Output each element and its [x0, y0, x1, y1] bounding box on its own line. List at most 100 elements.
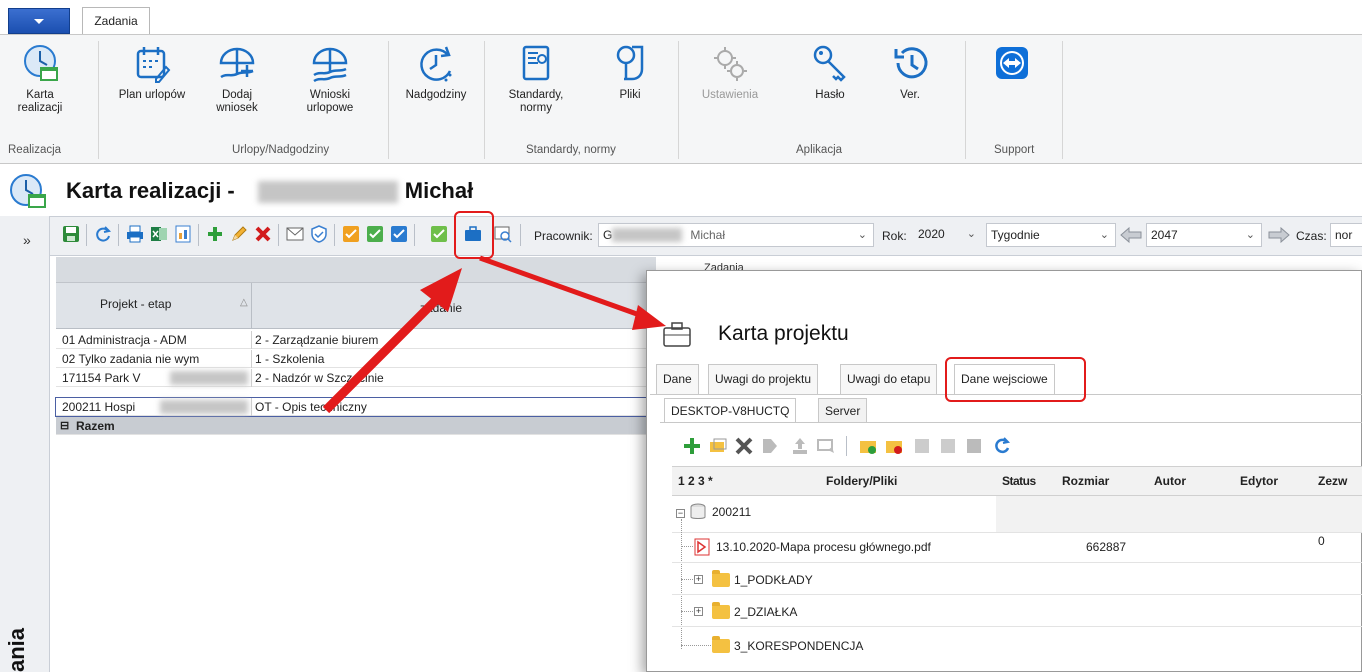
toolbar-separator	[118, 224, 119, 246]
ribbon-tabs-bar	[0, 0, 1362, 34]
checkbox-green-icon[interactable]	[430, 225, 448, 243]
standardy-normy-button[interactable]: Standardy, normy	[496, 43, 576, 115]
week-select[interactable]: 2047 ⌄	[1146, 223, 1262, 247]
expand-nav-button[interactable]: »	[23, 232, 31, 248]
tree-root[interactable]: 200211	[712, 505, 751, 519]
haslo-button[interactable]: Hasło	[800, 43, 860, 102]
ribbon-tab-zadania[interactable]: Zadania	[82, 7, 150, 34]
add-icon[interactable]	[682, 436, 702, 456]
dropdown-arrow-icon	[34, 18, 44, 24]
save-icon[interactable]	[62, 225, 80, 243]
karta-realizacji-button[interactable]: Karta realizacji	[10, 43, 70, 115]
group-separator	[388, 41, 389, 159]
tab-dane[interactable]: Dane	[656, 364, 699, 394]
checkbox-green-icon[interactable]	[366, 225, 384, 243]
calendar-edit-icon	[136, 47, 171, 83]
tab-uwagi-etapu[interactable]: Uwagi do etapu	[840, 364, 938, 394]
column-header-zadanie[interactable]: zadanie	[420, 301, 462, 315]
column-header-autor[interactable]: Autor	[1154, 474, 1186, 488]
wnioski-urlopowe-button[interactable]: Wnioski urlopowe	[300, 43, 360, 115]
folder-icon	[712, 570, 730, 587]
dodaj-wniosek-button[interactable]: Dodaj wniosek	[212, 43, 262, 115]
plan-urlopow-button[interactable]: Plan urlopów	[112, 43, 192, 102]
column-header-foldery[interactable]: Foldery/Pliki	[826, 474, 897, 488]
shield-check-icon[interactable]	[310, 225, 328, 243]
summary-label: Razem	[76, 419, 115, 433]
collapse-icon[interactable]: ⊟	[60, 417, 69, 435]
umbrella-add-icon	[219, 47, 255, 79]
mail-icon[interactable]	[286, 225, 304, 243]
expand-icon[interactable]: +	[694, 607, 703, 616]
add-icon[interactable]	[206, 225, 224, 243]
cell-zadanie: 1 - Szkolenia	[251, 350, 651, 368]
group-label-realizacja: Realizacja	[8, 144, 62, 156]
highlight-dane-wejsciowe-tab	[945, 357, 1086, 402]
tab-uwagi-projektu[interactable]: Uwagi do projektu	[708, 364, 819, 394]
forward-icon[interactable]	[760, 436, 780, 456]
folder-add-icon[interactable]	[858, 436, 878, 456]
checkbox-orange-icon[interactable]	[342, 225, 360, 243]
redacted-text	[160, 400, 248, 414]
excel-icon[interactable]	[150, 225, 168, 243]
folder-remove-icon[interactable]	[884, 436, 904, 456]
column-header-status[interactable]: Status	[1002, 474, 1036, 488]
print-icon[interactable]	[126, 225, 144, 243]
folder-copy-icon[interactable]	[708, 436, 728, 456]
czas-label: Czas:	[1296, 229, 1327, 243]
tree-line	[681, 611, 693, 612]
export-icon[interactable]	[938, 436, 958, 456]
nav-vertical-label[interactable]: ania	[4, 604, 34, 672]
refresh-icon[interactable]	[992, 436, 1012, 456]
ustawienia-label: Ustawienia	[701, 89, 759, 101]
preview-icon[interactable]	[494, 225, 512, 243]
version-button[interactable]: Ver.	[880, 43, 940, 102]
table-row[interactable]: 171154 Park V2 - Nadzór w Szczecinie	[56, 369, 656, 387]
import-icon[interactable]	[912, 436, 932, 456]
column-header-rozmiar[interactable]: Rozmiar	[1062, 474, 1109, 488]
group-label-aplikacja: Aplikacja	[796, 144, 843, 156]
checkbox-blue-icon[interactable]	[390, 225, 408, 243]
column-divider	[251, 283, 252, 329]
file-size: 662887	[1086, 540, 1127, 554]
refresh-icon[interactable]	[94, 225, 112, 243]
summary-row: Razem ⊟	[56, 417, 656, 435]
nadgodziny-button[interactable]: Nadgodziny	[396, 43, 476, 102]
group-separator	[965, 41, 966, 159]
arrow-right-icon[interactable]	[1268, 227, 1290, 243]
rok-select[interactable]: 2020 ⌄	[914, 223, 982, 247]
period-select[interactable]: Tygodnie ⌄	[986, 223, 1116, 247]
mail-forward-icon[interactable]	[816, 436, 836, 456]
column-header-projekt[interactable]: Projekt - etap	[100, 297, 171, 311]
table-row[interactable]: 01 Administracja - ADM 2 - Zarządzanie bi…	[56, 331, 656, 349]
folder-name[interactable]: 3_KORESPONDENCJA	[734, 639, 863, 653]
expand-icon[interactable]: +	[694, 575, 703, 584]
czas-select[interactable]: nor	[1330, 223, 1362, 247]
column-header-zezw[interactable]: Zezw	[1318, 474, 1347, 488]
upload-icon[interactable]	[790, 436, 810, 456]
teamviewer-button[interactable]	[990, 43, 1034, 89]
rotate-icon[interactable]	[964, 436, 984, 456]
group-separator	[98, 41, 99, 159]
chevron-down-icon: ⌄	[966, 228, 976, 240]
table-row[interactable]: 02 Tylko zadania nie wym 1 - Szkolenia	[56, 350, 656, 368]
folder-name[interactable]: 1_PODKŁADY	[734, 573, 813, 587]
ustawienia-button[interactable]: Ustawienia	[690, 43, 770, 102]
column-header-nums[interactable]: 1 2 3 *	[678, 474, 713, 488]
table-row-selected[interactable]: 200211 Hospi OT - Opis techniczny	[55, 397, 657, 417]
application-menu-button[interactable]	[8, 8, 70, 34]
toolbar-separator	[414, 224, 415, 246]
column-header-edytor[interactable]: Edytor	[1240, 474, 1278, 488]
delete-icon[interactable]	[734, 436, 754, 456]
chevron-down-icon: ⌄	[1245, 229, 1255, 241]
subtab-server[interactable]: Server	[818, 398, 868, 422]
delete-icon[interactable]	[254, 225, 272, 243]
group-separator	[484, 41, 485, 159]
report-icon[interactable]	[174, 225, 192, 243]
file-name[interactable]: 13.10.2020-Mapa procesu głównego.pdf	[716, 540, 931, 554]
folder-name[interactable]: 2_DZIAŁKA	[734, 605, 797, 619]
collapse-icon[interactable]: −	[676, 509, 685, 518]
pliki-button[interactable]: Pliki	[600, 43, 660, 102]
subtab-desktop[interactable]: DESKTOP-V8HUCTQ	[664, 398, 797, 422]
arrow-left-icon[interactable]	[1120, 227, 1142, 243]
edit-pencil-icon[interactable]	[230, 225, 248, 243]
